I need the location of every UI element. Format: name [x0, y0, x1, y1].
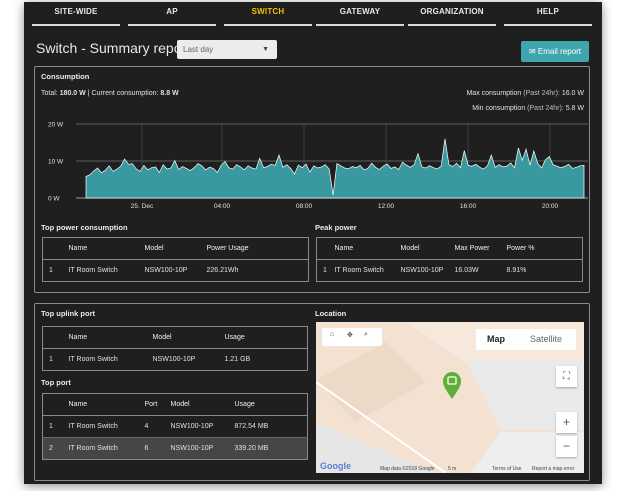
rank-cell: 2 [42, 437, 63, 460]
map-attribution: Map data ©2018 Google [380, 466, 435, 472]
power-pct-cell: 8.91% [506, 267, 527, 274]
x-tick-label: 20:00 [542, 203, 559, 210]
top-uplink-title: Top uplink port [41, 309, 96, 318]
column-header-name[interactable]: Name [62, 393, 139, 416]
table-row: 1 IT Room Switch NSW100-10P 226.21Wh [43, 260, 309, 282]
y-tick-label: 20 W [48, 122, 64, 129]
rank-cell: 1 [49, 356, 53, 363]
move-icon[interactable]: ✥ [347, 331, 353, 339]
period-select[interactable]: Last day ▼ [177, 40, 277, 59]
top-power-table: Name Model Power Usage 1 IT Room Switch … [42, 237, 309, 282]
column-header-max-power[interactable]: Max Power [448, 237, 501, 260]
model-cell: NSW100-10P [400, 267, 444, 274]
device-link[interactable]: IT Room Switch [62, 437, 139, 460]
model-cell: NSW100-10P [152, 356, 196, 363]
fullscreen-icon[interactable]: ⛶ [556, 366, 577, 387]
x-tick-label: 25. Dec [131, 203, 154, 210]
nav-switch[interactable]: SWITCH [224, 2, 312, 26]
model-cell: NSW100-10P [170, 423, 214, 430]
table-row: 1 IT Room Switch 4 NSW100-10P 872.54 MB [43, 416, 308, 438]
email-report-button[interactable]: ✉ Email report [521, 41, 589, 62]
location-title: Location [315, 309, 347, 318]
app-window: SITE-WIDE AP SWITCH GATEWAY ORGANIZATION… [24, 2, 602, 484]
map-scale: 5 m [448, 466, 457, 472]
column-header-model[interactable]: Model [138, 237, 201, 260]
device-link[interactable]: IT Room Switch [63, 349, 147, 371]
top-nav: SITE-WIDE AP SWITCH GATEWAY ORGANIZATION… [24, 2, 602, 28]
column-header-usage[interactable]: Usage [228, 393, 308, 416]
column-header-power-usage[interactable]: Power Usage [200, 237, 309, 260]
column-header-port[interactable]: Port [138, 393, 165, 416]
consumption-chart: 20 W 10 W 0 W 25. Dec 04:00 08:00 12:00 16:00 20… [48, 122, 588, 210]
location-map[interactable]: ⌂ ✥ ⌕ Map Satellite ⛶ + − Google Map dat… [316, 322, 584, 473]
y-tick-label: 0 W [48, 196, 60, 203]
port-cell: 6 [138, 437, 165, 460]
device-link[interactable]: IT Room Switch [63, 416, 139, 438]
consumption-total: Total: 180.0 W | Current consumption: 8.… [41, 90, 179, 97]
table-row: 1 IT Room Switch NSW100-10P 1.21 GB [43, 349, 308, 371]
column-header-usage[interactable]: Usage [218, 326, 308, 349]
zoom-out-icon[interactable]: − [556, 436, 577, 457]
x-tick-label: 08:00 [296, 203, 313, 210]
nav-ap[interactable]: AP [128, 2, 216, 26]
consumption-area-series [85, 138, 585, 199]
x-tick-label: 12:00 [378, 203, 395, 210]
model-cell: NSW100-10P [144, 267, 188, 274]
x-tick-label: 16:00 [460, 203, 477, 210]
column-header-name[interactable]: Name [62, 326, 147, 349]
google-logo[interactable]: Google [320, 461, 351, 471]
column-header-model[interactable]: Model [146, 326, 219, 349]
nav-organization[interactable]: ORGANIZATION [408, 2, 496, 26]
nav-gateway[interactable]: GATEWAY [316, 2, 404, 26]
map-type-satellite-button[interactable]: Satellite [516, 329, 576, 350]
usage-cell: 339.20 MB [228, 437, 308, 460]
min-consumption: Min consumption (Past 24hr): 5.8 W [472, 105, 584, 112]
chevron-down-icon: ▼ [262, 46, 269, 53]
rank-cell: 1 [49, 267, 53, 274]
period-select-value: Last day [183, 45, 214, 54]
map-pin-icon[interactable] [442, 372, 462, 400]
email-report-label: Email report [537, 47, 582, 56]
column-header-name[interactable]: Name [328, 237, 395, 260]
report-error-link[interactable]: Report a map error [532, 466, 574, 472]
rank-cell: 1 [49, 423, 53, 430]
top-port-table: Name Port Model Usage 1 IT Room Switch 4… [42, 393, 308, 460]
envelope-icon: ✉ [528, 47, 536, 56]
table-row: 1 IT Room Switch NSW100-10P 16.03W 8.91% [317, 260, 583, 282]
column-header-model[interactable]: Model [164, 393, 229, 416]
usage-cell: 226.21Wh [206, 267, 239, 274]
device-link[interactable]: IT Room Switch [63, 260, 139, 282]
nav-site-wide[interactable]: SITE-WIDE [32, 2, 120, 26]
column-header-name[interactable]: Name [62, 237, 139, 260]
search-icon[interactable]: ⌕ [364, 331, 368, 339]
column-header-model[interactable]: Model [394, 237, 449, 260]
port-cell: 4 [144, 423, 149, 430]
terms-link[interactable]: Terms of Use [492, 466, 521, 472]
usage-cell: 872.54 MB [234, 423, 269, 430]
peak-power-table: Name Model Max Power Power % 1 IT Room S… [316, 237, 583, 282]
max-power-cell: 16.03W [454, 267, 479, 274]
y-tick-label: 10 W [48, 159, 64, 166]
column-header-power-pct[interactable]: Power % [500, 237, 583, 260]
max-consumption: Max consumption (Past 24hr): 16.0 W [466, 90, 584, 97]
zoom-in-icon[interactable]: + [556, 412, 577, 433]
map-toolbar: ⌂ ✥ ⌕ [322, 328, 382, 346]
peak-power-title: Peak power [315, 223, 357, 232]
map-type-map-button[interactable]: Map [476, 329, 516, 350]
page-title: Switch - Summary report [36, 40, 191, 56]
x-tick-label: 04:00 [214, 203, 231, 210]
consumption-title: Consumption [41, 72, 90, 81]
device-link[interactable]: IT Room Switch [329, 260, 395, 282]
table-row: 2 IT Room Switch 6 NSW100-10P 339.20 MB [42, 437, 308, 460]
nav-help[interactable]: HELP [504, 2, 592, 26]
usage-cell: 1.21 GB [224, 356, 251, 363]
top-uplink-table: Name Model Usage 1 IT Room Switch NSW100… [42, 326, 308, 371]
top-port-title: Top port [41, 378, 71, 387]
rank-cell: 1 [323, 267, 327, 274]
home-icon[interactable]: ⌂ [330, 331, 334, 338]
model-cell: NSW100-10P [164, 437, 229, 460]
top-power-title: Top power consumption [41, 223, 128, 232]
